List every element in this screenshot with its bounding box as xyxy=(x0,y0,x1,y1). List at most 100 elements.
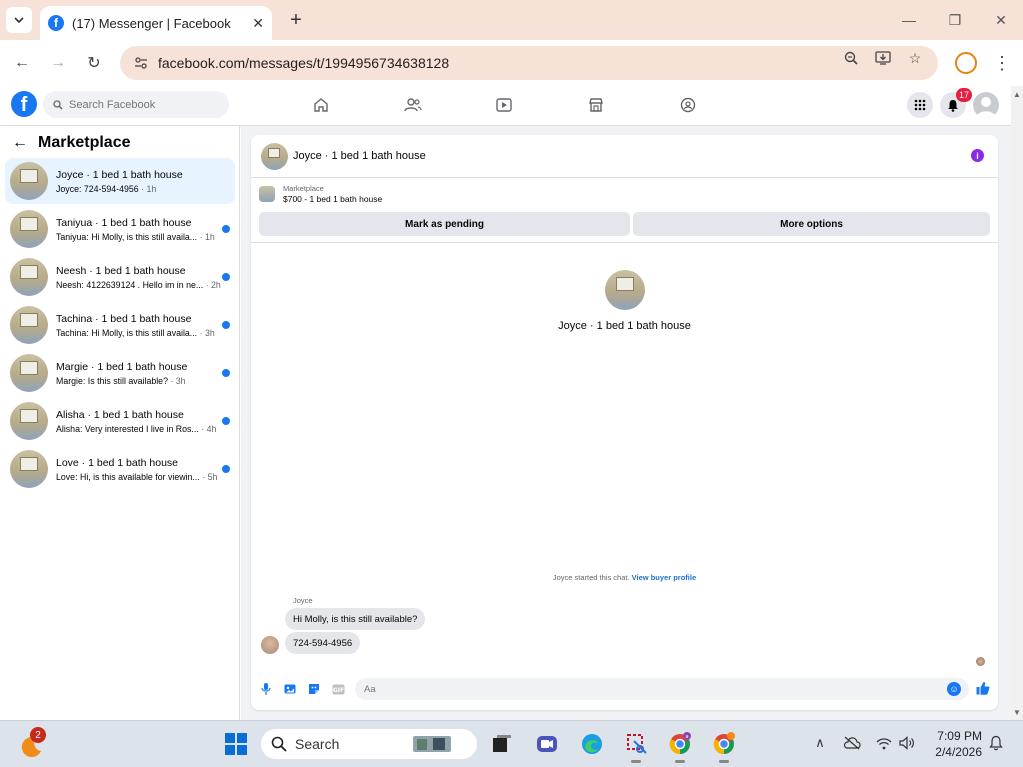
chat-list-panel: ← Marketplace Joyce · 1 bed 1 bath house… xyxy=(0,126,240,720)
chat-time: · 5h xyxy=(199,471,218,482)
chat-avatar xyxy=(10,354,48,392)
chat-list-item[interactable]: Taniyua · 1 bed 1 bath house Taniyua: Hi … xyxy=(5,206,235,252)
windows-start-icon[interactable] xyxy=(222,730,250,758)
menu-grid-icon[interactable] xyxy=(907,92,933,118)
scroll-up-icon[interactable]: ▲ xyxy=(1013,90,1021,99)
chat-avatar xyxy=(10,162,48,200)
home-icon[interactable] xyxy=(311,95,331,115)
unread-indicator xyxy=(222,465,230,473)
chrome-profile-icon[interactable]: a xyxy=(666,730,694,758)
back-arrow-icon[interactable]: ← xyxy=(12,134,28,152)
message-input[interactable] xyxy=(364,683,924,695)
close-tab-icon[interactable]: ✕ xyxy=(252,15,264,32)
view-buyer-profile-link[interactable]: View buyer profile xyxy=(632,573,696,582)
meet-app-icon[interactable] xyxy=(533,730,561,758)
message-input-container[interactable]: ☺ xyxy=(355,678,969,700)
conversation-profile: Joyce · 1 bed 1 bath house xyxy=(251,270,998,332)
friends-icon[interactable] xyxy=(403,95,423,115)
conversation-panel: Joyce · 1 bed 1 bath house i Marketplace… xyxy=(251,135,998,710)
message-bubble[interactable]: 724-594-4956 xyxy=(285,632,361,654)
message-bubble[interactable]: Hi Molly, is this still available? xyxy=(285,608,426,630)
page-scrollbar[interactable]: ▲ ▼ xyxy=(1011,86,1023,720)
windows-taskbar: 2 Search a ∧ 7:09 PM 2/4/2026 xyxy=(0,720,1023,767)
sticker-icon[interactable] xyxy=(307,682,321,696)
conversation-info-icon[interactable]: i xyxy=(971,149,984,162)
profile-avatar[interactable] xyxy=(604,270,645,310)
task-view-icon[interactable] xyxy=(488,730,516,758)
onedrive-sync-off-icon[interactable] xyxy=(843,734,861,752)
watch-video-icon[interactable] xyxy=(494,95,514,115)
volume-icon[interactable] xyxy=(898,734,916,752)
chat-list-item[interactable]: Margie · 1 bed 1 bath house Margie: Is th… xyxy=(5,350,235,396)
account-avatar[interactable] xyxy=(973,92,999,118)
listing-summary[interactable]: Marketplace $700 - 1 bed 1 bath house xyxy=(259,184,382,204)
address-bar[interactable]: facebook.com/messages/t/1994956734638128 xyxy=(120,46,938,80)
groups-icon[interactable] xyxy=(678,95,698,115)
chat-time: · 3h xyxy=(167,375,186,386)
marketplace-icon[interactable] xyxy=(586,95,606,115)
browser-tab[interactable]: f (17) Messenger | Facebook ✕ xyxy=(40,6,272,40)
chat-preview: Alisha: Very interested I live in Ros...… xyxy=(56,424,226,434)
scroll-down-icon[interactable]: ▼ xyxy=(1013,708,1021,717)
chat-preview: Taniyua: Hi Molly, is this still availa.… xyxy=(56,232,226,242)
wifi-icon[interactable] xyxy=(875,734,893,752)
chat-list-item[interactable]: Tachina · 1 bed 1 bath house Tachina: Hi … xyxy=(5,302,235,348)
notification-count-badge: 17 xyxy=(956,88,973,102)
divider xyxy=(251,242,998,243)
browser-profile-avatar[interactable] xyxy=(955,52,977,74)
install-app-icon[interactable] xyxy=(873,48,893,68)
notification-bell-icon[interactable] xyxy=(987,734,1005,752)
snipping-tool-icon[interactable] xyxy=(623,730,651,758)
close-window-button[interactable]: ✕ xyxy=(989,8,1013,32)
chat-list-item[interactable]: Alisha · 1 bed 1 bath house Alisha: Very … xyxy=(5,398,235,444)
listing-thumbnail xyxy=(259,186,275,202)
chat-avatar xyxy=(10,210,48,248)
forward-button[interactable]: → xyxy=(46,51,70,75)
facebook-search[interactable] xyxy=(43,91,229,118)
tab-search-button[interactable] xyxy=(6,7,32,33)
chat-time: · 3h xyxy=(197,327,215,338)
back-button[interactable]: ← xyxy=(10,51,34,75)
facebook-search-input[interactable] xyxy=(69,98,219,111)
minimize-button[interactable]: — xyxy=(897,8,921,32)
more-options-button[interactable]: More options xyxy=(633,212,990,236)
zoom-icon[interactable] xyxy=(841,48,861,68)
chat-time: · 1h xyxy=(197,231,215,242)
conversation-header: Joyce · 1 bed 1 bath house i xyxy=(251,135,998,178)
chat-name: Neesh · 1 bed 1 bath house xyxy=(56,264,186,277)
conversation-avatar[interactable] xyxy=(261,142,288,170)
show-hidden-icons-chevron-icon[interactable]: ∧ xyxy=(811,734,829,752)
chat-preview: Margie: Is this still available? · 3h xyxy=(56,376,226,386)
microphone-icon[interactable] xyxy=(259,682,273,696)
reload-button[interactable]: ↻ xyxy=(82,51,106,75)
photo-icon[interactable] xyxy=(283,682,297,696)
site-settings-icon[interactable] xyxy=(132,54,150,72)
browser-menu-icon[interactable]: ⋮ xyxy=(993,52,1011,74)
tab-title: (17) Messenger | Facebook xyxy=(72,15,231,31)
taskbar-search[interactable]: Search xyxy=(261,729,477,759)
chat-list-item[interactable]: Neesh · 1 bed 1 bath house Neesh: 4122639… xyxy=(5,254,235,300)
emoji-icon[interactable]: ☺ xyxy=(947,682,961,696)
edge-browser-icon[interactable] xyxy=(578,730,606,758)
chat-list-item[interactable]: Love · 1 bed 1 bath house Love: Hi, is th… xyxy=(5,446,235,492)
thumbs-up-icon[interactable] xyxy=(976,681,990,695)
bookmark-star-icon[interactable]: ☆ xyxy=(905,48,925,68)
facebook-logo-icon[interactable]: f xyxy=(11,91,37,117)
sender-avatar[interactable] xyxy=(261,636,279,654)
chat-preview: Neesh: 4122639124 . Hello im in ne... · … xyxy=(56,280,226,290)
chat-list-item[interactable]: Joyce · 1 bed 1 bath house Joyce: 724-594… xyxy=(5,158,235,204)
chat-name: Taniyua · 1 bed 1 bath house xyxy=(56,216,192,229)
chat-list-title: Marketplace xyxy=(38,134,131,151)
listing-price-title: $700 - 1 bed 1 bath house xyxy=(283,194,383,204)
gif-icon[interactable]: GIF xyxy=(331,682,345,696)
restore-button[interactable]: ❐ xyxy=(943,8,967,32)
chat-preview-text: Love: Hi, is this available for viewin..… xyxy=(56,471,200,482)
facebook-favicon-icon: f xyxy=(48,15,64,31)
seen-receipt-avatar xyxy=(976,657,985,666)
chrome-browser-icon[interactable] xyxy=(710,730,738,758)
active-app-indicator xyxy=(719,760,729,763)
system-clock[interactable]: 7:09 PM 2/4/2026 xyxy=(928,728,982,760)
new-tab-button[interactable]: + xyxy=(284,8,308,32)
conversation-title[interactable]: Joyce · 1 bed 1 bath house xyxy=(293,150,426,162)
mark-as-pending-button[interactable]: Mark as pending xyxy=(259,212,630,236)
